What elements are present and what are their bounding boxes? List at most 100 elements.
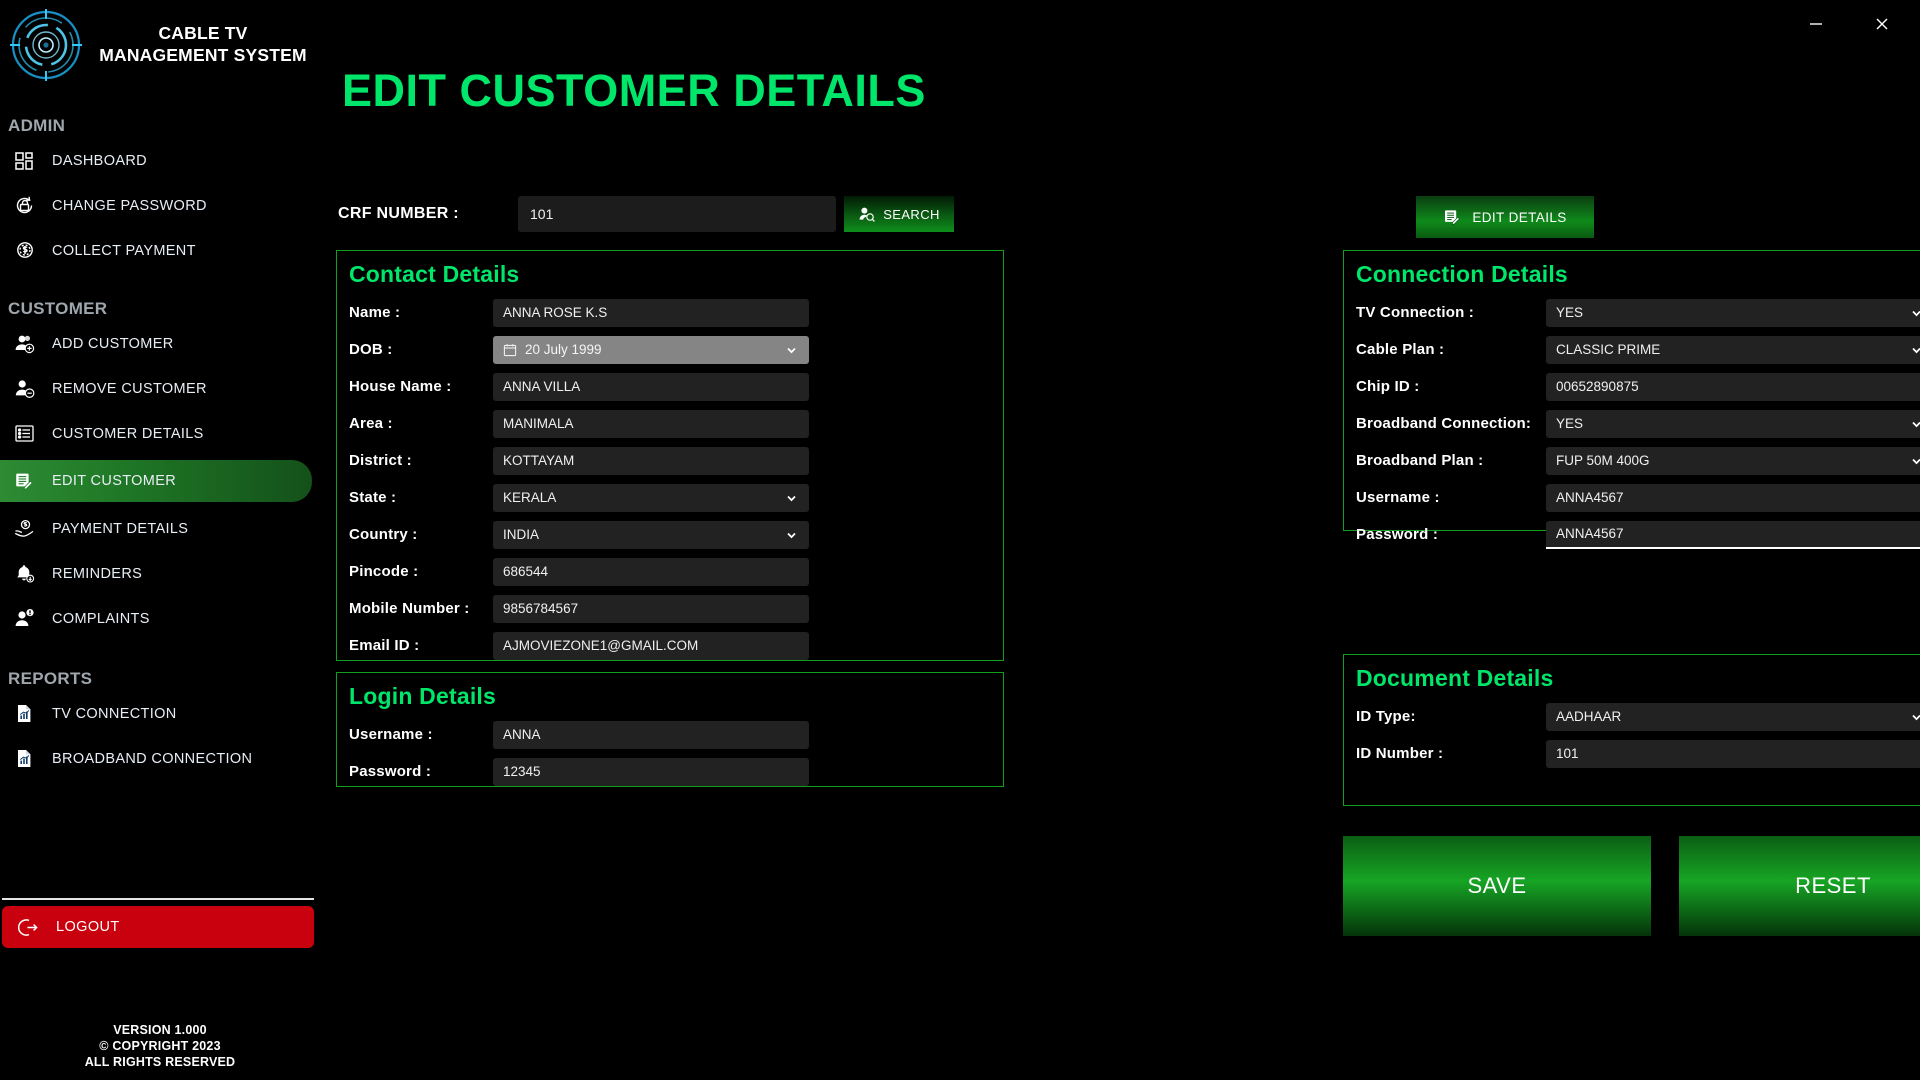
sidebar-item-broadband-connection[interactable]: BROADBAND CONNECTION: [0, 740, 320, 777]
document-id-number-input[interactable]: 101: [1546, 740, 1920, 768]
form-row: State :KERALA: [337, 479, 1003, 516]
sidebar-item-payment-details[interactable]: PAYMENT DETAILS: [0, 510, 320, 547]
contact-email-id-input[interactable]: AJMOVIEZONE1@GMAIL.COM: [493, 632, 809, 660]
crf-number-label: CRF NUMBER :: [338, 205, 518, 223]
contact-state-label: State :: [337, 489, 493, 506]
connection-cable-plan-select[interactable]: CLASSIC PRIME: [1546, 336, 1920, 364]
field-value: KOTTAYAM: [503, 453, 574, 468]
collect-payment-icon: [12, 239, 36, 263]
form-row: Password :ANNA4567: [1344, 516, 1920, 553]
connection-tv-connection-select[interactable]: YES: [1546, 299, 1920, 327]
search-button-label: SEARCH: [883, 207, 940, 222]
connection-chip-id-label: Chip ID :: [1344, 378, 1546, 395]
logout-button[interactable]: LOGOUT: [2, 906, 314, 948]
contact-details-title: Contact Details: [337, 251, 1003, 294]
app-window: CABLE TV MANAGEMENT SYSTEM ADMIN DASHBOA…: [0, 0, 1920, 1080]
edit-document-icon: [12, 469, 36, 493]
connection-tv-connection-label: TV Connection :: [1344, 304, 1546, 321]
form-row: Broadband Connection:YES: [1344, 405, 1920, 442]
chevron-down-icon: [785, 343, 798, 356]
form-row: ID Number :101: [1344, 735, 1920, 772]
connection-broadband-connection-select[interactable]: YES: [1546, 410, 1920, 438]
form-row: Area :MANIMALA: [337, 405, 1003, 442]
field-value: FUP 50M 400G: [1556, 453, 1650, 468]
field-value: 9856784567: [503, 601, 578, 616]
dashboard-icon: [12, 149, 36, 173]
contact-pincode-input[interactable]: 686544: [493, 558, 809, 586]
list-details-icon: [12, 422, 36, 446]
field-value: MANIMALA: [503, 416, 574, 431]
app-logo-icon: [8, 7, 84, 83]
contact-pincode-label: Pincode :: [337, 563, 493, 580]
change-password-icon: [12, 194, 36, 218]
edit-document-icon: [1443, 208, 1462, 227]
copyright-text: © COPYRIGHT 2023: [0, 1038, 320, 1054]
connection-details-title: Connection Details: [1344, 251, 1920, 294]
field-value: 101: [1556, 746, 1579, 761]
connection-username-input[interactable]: ANNA4567: [1546, 484, 1920, 512]
contact-area-input[interactable]: MANIMALA: [493, 410, 809, 438]
contact-dob-select[interactable]: 20 July 1999: [493, 336, 809, 364]
field-value: CLASSIC PRIME: [1556, 342, 1660, 357]
contact-country-select[interactable]: INDIA: [493, 521, 809, 549]
sidebar-item-add-customer[interactable]: ADD CUSTOMER: [0, 325, 320, 362]
document-id-type-label: ID Type:: [1344, 708, 1546, 725]
connection-broadband-plan-select[interactable]: FUP 50M 400G: [1546, 447, 1920, 475]
sidebar-item-label: ADD CUSTOMER: [52, 336, 174, 352]
logout-label: LOGOUT: [56, 919, 120, 935]
connection-password-input[interactable]: ANNA4567: [1546, 521, 1920, 549]
field-value: ANNA4567: [1556, 490, 1624, 505]
sidebar-item-dashboard[interactable]: DASHBOARD: [0, 142, 320, 179]
sidebar-item-label: REMINDERS: [52, 566, 142, 582]
add-user-icon: [12, 332, 36, 356]
contact-name-input[interactable]: ANNA ROSE K.S: [493, 299, 809, 327]
contact-mobile-number-input[interactable]: 9856784567: [493, 595, 809, 623]
edit-details-button[interactable]: EDIT DETAILS: [1416, 196, 1594, 238]
contact-district-label: District :: [337, 452, 493, 469]
sidebar-item-label: COLLECT PAYMENT: [52, 243, 196, 259]
field-value: INDIA: [503, 527, 539, 542]
chevron-down-icon: [1910, 710, 1920, 723]
contact-house-name-input[interactable]: ANNA VILLA: [493, 373, 809, 401]
contact-mobile-number-label: Mobile Number :: [337, 600, 493, 617]
login-password-input[interactable]: 12345: [493, 758, 809, 786]
connection-chip-id-input[interactable]: 00652890875: [1546, 373, 1920, 401]
search-button[interactable]: SEARCH: [844, 196, 954, 232]
form-row: ID Type:AADHAAR: [1344, 698, 1920, 735]
version-text: VERSION 1.000: [0, 1022, 320, 1038]
sidebar-item-edit-customer[interactable]: EDIT CUSTOMER: [0, 460, 312, 502]
sidebar-item-customer-details[interactable]: CUSTOMER DETAILS: [0, 415, 320, 452]
sidebar-item-label: CHANGE PASSWORD: [52, 198, 207, 214]
form-row: Password :12345: [337, 753, 1003, 790]
sidebar-section-admin: ADMIN: [0, 106, 320, 142]
edit-details-label: EDIT DETAILS: [1472, 210, 1566, 225]
document-details-title: Document Details: [1344, 655, 1920, 698]
save-button[interactable]: SAVE: [1343, 836, 1651, 936]
contact-house-name-label: House Name :: [337, 378, 493, 395]
login-username-input[interactable]: ANNA: [493, 721, 809, 749]
contact-district-input[interactable]: KOTTAYAM: [493, 447, 809, 475]
form-row: House Name : ANNA VILLA: [337, 368, 1003, 405]
field-value: ANNA ROSE K.S: [503, 305, 607, 320]
sidebar-item-tv-connection[interactable]: TV CONNECTION: [0, 695, 320, 732]
sidebar-item-label: EDIT CUSTOMER: [52, 473, 176, 489]
sidebar-item-complaints[interactable]: COMPLAINTS: [0, 600, 320, 637]
reset-button[interactable]: RESET: [1679, 836, 1920, 936]
sidebar-item-reminders[interactable]: REMINDERS: [0, 555, 320, 592]
connection-broadband-plan-label: Broadband Plan :: [1344, 452, 1546, 469]
contact-state-select[interactable]: KERALA: [493, 484, 809, 512]
form-row: Username :ANNA4567: [1344, 479, 1920, 516]
sidebar: CABLE TV MANAGEMENT SYSTEM ADMIN DASHBOA…: [0, 0, 320, 1080]
login-details-card: Login Details Username :ANNAPassword :12…: [336, 672, 1004, 787]
form-row: Pincode :686544: [337, 553, 1003, 590]
form-row: Name :ANNA ROSE K.S: [337, 294, 1003, 331]
field-value: ANNA VILLA: [503, 379, 580, 394]
report-chart-icon: [12, 702, 36, 726]
sidebar-item-collect-payment[interactable]: COLLECT PAYMENT: [0, 232, 320, 269]
sidebar-item-remove-customer[interactable]: REMOVE CUSTOMER: [0, 370, 320, 407]
crf-number-input[interactable]: [518, 196, 836, 232]
report-chart-icon: [12, 747, 36, 771]
form-row: Country :INDIA: [337, 516, 1003, 553]
sidebar-item-change-password[interactable]: CHANGE PASSWORD: [0, 187, 320, 224]
document-id-type-select[interactable]: AADHAAR: [1546, 703, 1920, 731]
